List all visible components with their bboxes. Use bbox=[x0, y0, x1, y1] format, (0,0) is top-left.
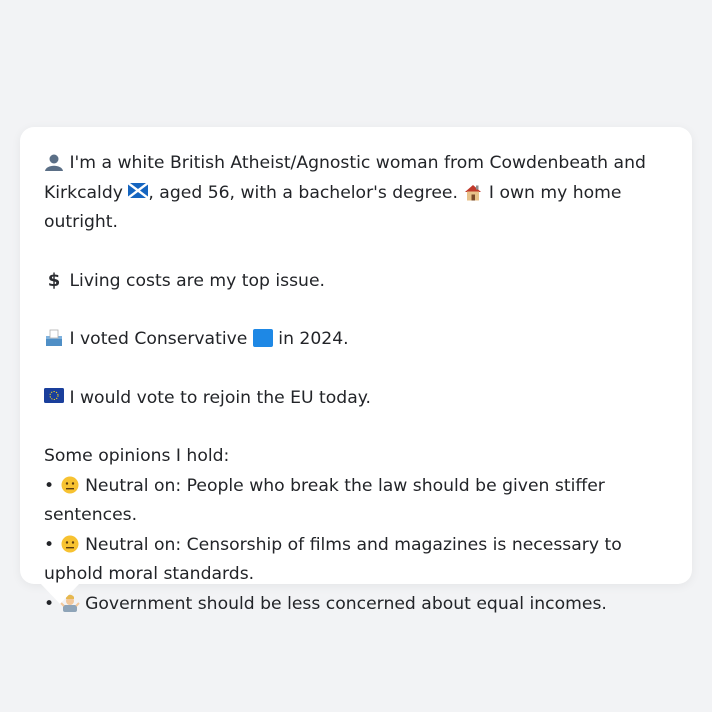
eu-text: I would vote to rejoin the EU today. bbox=[69, 387, 371, 408]
bubble-tail bbox=[40, 583, 80, 604]
eu-paragraph: I would vote to rejoin the EU today. bbox=[44, 384, 668, 414]
scotland-flag-icon bbox=[128, 182, 149, 201]
house-icon bbox=[463, 183, 483, 201]
top-issue-text: Living costs are my top issue. bbox=[69, 270, 325, 291]
vote-paragraph: I voted Conservative in 2024. bbox=[44, 325, 668, 355]
eu-flag-icon bbox=[44, 387, 64, 406]
opinion-stance: Neutral on: bbox=[85, 475, 182, 496]
bullet: • bbox=[44, 534, 55, 555]
intro-paragraph: I'm a white British Atheist/Agnostic wom… bbox=[44, 149, 668, 238]
neutral-face-icon bbox=[60, 535, 80, 553]
ballot-box-icon bbox=[44, 329, 64, 347]
opinion-item: • Government should be less concerned ab… bbox=[44, 590, 668, 620]
bullet: • bbox=[44, 475, 55, 496]
top-issue-paragraph: $ Living costs are my top issue. bbox=[44, 267, 668, 297]
neutral-face-icon bbox=[60, 476, 80, 494]
opinion-item: • Neutral on: People who break the law s… bbox=[44, 472, 668, 531]
person-silhouette-icon bbox=[44, 153, 64, 171]
vote-suffix-text: in 2024. bbox=[278, 329, 349, 349]
dollar-sign-icon: $ bbox=[44, 271, 64, 289]
blue-square-icon bbox=[252, 329, 273, 347]
svg-text:$: $ bbox=[48, 271, 61, 289]
opinion-item: • Neutral on: Censorship of films and ma… bbox=[44, 531, 668, 590]
opinions-heading: Some opinions I hold: bbox=[44, 446, 230, 466]
intro-text-2: , aged 56, with a bachelor's degree. bbox=[148, 182, 458, 203]
message-bubble: I'm a white British Atheist/Agnostic wom… bbox=[20, 127, 692, 614]
opinion-stance: Neutral on: bbox=[85, 534, 182, 555]
vote-prefix-text: I voted Conservative bbox=[69, 329, 248, 349]
opinion-text: Government should be less concerned abou… bbox=[85, 593, 607, 614]
